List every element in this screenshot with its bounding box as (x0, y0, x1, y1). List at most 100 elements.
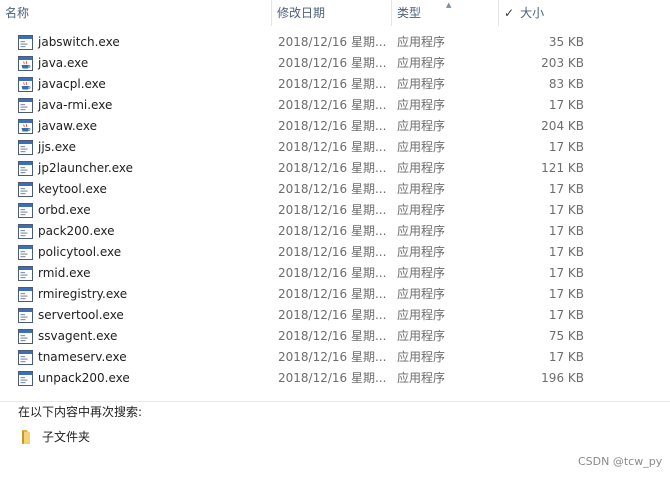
column-header: 名称 修改日期 类型 ▲ ✓ 大小 (0, 0, 670, 26)
file-row[interactable]: tnameserv.exe 2018/12/16 星期... 应用程序 17 KB (0, 347, 600, 368)
file-name: javaw.exe (38, 119, 97, 133)
file-date: 2018/12/16 星期... (278, 266, 387, 280)
file-size: 35 KB (548, 35, 584, 49)
exe-window-icon (18, 245, 33, 260)
file-row[interactable]: javacpl.exe 2018/12/16 星期... 应用程序 83 KB (0, 74, 600, 95)
file-date: 2018/12/16 星期... (278, 56, 387, 70)
exe-window-icon (18, 329, 33, 344)
file-name: javacpl.exe (38, 77, 106, 91)
exe-window-icon (18, 161, 33, 176)
file-type: 应用程序 (397, 119, 446, 133)
exe-window-icon (18, 98, 33, 113)
file-row[interactable]: pack200.exe 2018/12/16 星期... 应用程序 17 KB (0, 221, 600, 242)
file-date: 2018/12/16 星期... (278, 77, 387, 91)
file-date: 2018/12/16 星期... (278, 308, 387, 322)
exe-window-icon (18, 308, 33, 323)
file-size: 17 KB (548, 245, 584, 259)
file-type: 应用程序 (397, 98, 446, 112)
folder-icon (22, 430, 30, 444)
file-size: 17 KB (548, 203, 584, 217)
file-type: 应用程序 (397, 287, 446, 301)
file-date: 2018/12/16 星期... (278, 203, 387, 217)
column-size-label: 大小 (520, 6, 545, 20)
file-row[interactable]: java.exe 2018/12/16 星期... 应用程序 203 KB (0, 53, 600, 74)
file-date: 2018/12/16 星期... (278, 35, 387, 49)
column-name[interactable]: 名称 (0, 0, 271, 26)
file-name: pack200.exe (38, 224, 115, 238)
subfolder-label: 子文件夹 (42, 430, 91, 444)
file-name: unpack200.exe (38, 371, 130, 385)
file-size: 17 KB (548, 266, 584, 280)
file-row[interactable]: keytool.exe 2018/12/16 星期... 应用程序 17 KB (0, 179, 600, 200)
file-date: 2018/12/16 星期... (278, 224, 387, 238)
file-name: jabswitch.exe (38, 35, 120, 49)
file-size: 17 KB (548, 308, 584, 322)
file-name: rmid.exe (38, 266, 91, 280)
file-row[interactable]: unpack200.exe 2018/12/16 星期... 应用程序 196 KB (0, 368, 600, 389)
file-date: 2018/12/16 星期... (278, 140, 387, 154)
file-name: tnameserv.exe (38, 350, 127, 364)
file-type: 应用程序 (397, 77, 446, 91)
file-name: ssvagent.exe (38, 329, 118, 343)
file-size: 203 KB (541, 56, 584, 70)
exe-window-icon (18, 35, 33, 50)
file-name: servertool.exe (38, 308, 124, 322)
file-date: 2018/12/16 星期... (278, 98, 387, 112)
file-date: 2018/12/16 星期... (278, 287, 387, 301)
file-size: 121 KB (541, 161, 584, 175)
file-row[interactable]: ssvagent.exe 2018/12/16 星期... 应用程序 75 KB (0, 326, 600, 347)
file-row[interactable]: javaw.exe 2018/12/16 星期... 应用程序 204 KB (0, 116, 600, 137)
check-icon: ✓ (504, 6, 515, 20)
exe-window-icon (18, 182, 33, 197)
file-size: 17 KB (548, 350, 584, 364)
file-size: 196 KB (541, 371, 584, 385)
file-date: 2018/12/16 星期... (278, 350, 387, 364)
file-date: 2018/12/16 星期... (278, 119, 387, 133)
file-name: jp2launcher.exe (38, 161, 134, 175)
file-row[interactable]: policytool.exe 2018/12/16 星期... 应用程序 17 KB (0, 242, 600, 263)
file-size: 17 KB (548, 140, 584, 154)
file-type: 应用程序 (397, 140, 446, 154)
column-date-modified[interactable]: 修改日期 (271, 0, 391, 26)
file-size: 17 KB (548, 224, 584, 238)
column-type[interactable]: 类型 (391, 0, 498, 26)
file-size: 17 KB (548, 182, 584, 196)
file-type: 应用程序 (397, 308, 446, 322)
exe-window-icon (18, 266, 33, 281)
file-size: 17 KB (548, 98, 584, 112)
file-type: 应用程序 (397, 35, 446, 49)
file-row[interactable]: jp2launcher.exe 2018/12/16 星期... 应用程序 121 K… (0, 158, 600, 179)
file-row[interactable]: rmid.exe 2018/12/16 星期... 应用程序 17 KB (0, 263, 600, 284)
file-type: 应用程序 (397, 182, 446, 196)
file-name: rmiregistry.exe (38, 287, 128, 301)
java-cup-icon (18, 119, 33, 134)
file-type: 应用程序 (397, 266, 446, 280)
file-list: jabswitch.exe 2018/12/16 星期... 应用程序 35 KB j… (0, 32, 600, 389)
watermark: CSDN @tcw_py (578, 455, 663, 468)
file-name: java.exe (38, 56, 89, 70)
file-date: 2018/12/16 星期... (278, 182, 387, 196)
file-size: 17 KB (548, 287, 584, 301)
file-row[interactable]: jabswitch.exe 2018/12/16 星期... 应用程序 35 KB (0, 32, 600, 53)
file-type: 应用程序 (397, 224, 446, 238)
file-type: 应用程序 (397, 350, 446, 364)
file-size: 204 KB (541, 119, 584, 133)
file-type: 应用程序 (397, 245, 446, 259)
file-date: 2018/12/16 星期... (278, 329, 387, 343)
column-size[interactable]: ✓ 大小 (498, 0, 592, 26)
file-row[interactable]: jjs.exe 2018/12/16 星期... 应用程序 17 KB (0, 137, 600, 158)
exe-window-icon (18, 203, 33, 218)
exe-window-icon (18, 224, 33, 239)
file-type: 应用程序 (397, 56, 446, 70)
file-date: 2018/12/16 星期... (278, 161, 387, 175)
file-row[interactable]: servertool.exe 2018/12/16 星期... 应用程序 17 KB (0, 305, 600, 326)
file-name: orbd.exe (38, 203, 91, 217)
file-row[interactable]: orbd.exe 2018/12/16 星期... 应用程序 17 KB (0, 200, 600, 221)
file-name: jjs.exe (38, 140, 77, 154)
exe-window-icon (18, 371, 33, 386)
file-type: 应用程序 (397, 371, 446, 385)
file-name: java-rmi.exe (38, 98, 113, 112)
file-row[interactable]: java-rmi.exe 2018/12/16 星期... 应用程序 17 KB (0, 95, 600, 116)
exe-window-icon (18, 287, 33, 302)
file-row[interactable]: rmiregistry.exe 2018/12/16 星期... 应用程序 17 KB (0, 284, 600, 305)
